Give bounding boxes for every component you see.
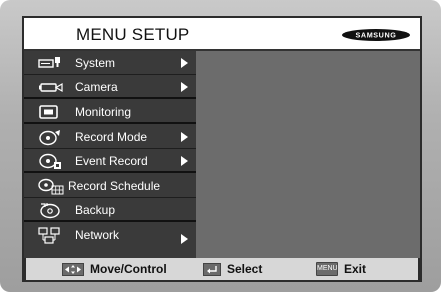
hint-move-control: Move/Control bbox=[62, 262, 167, 276]
menu-item-label: Event Record bbox=[75, 154, 148, 168]
enter-key-icon bbox=[203, 262, 221, 276]
move-control-label: Move/Control bbox=[90, 262, 167, 276]
record-schedule-icon bbox=[38, 178, 64, 195]
monitor-icon bbox=[39, 105, 58, 119]
help-bar: Move/Control Select MENU Exit bbox=[24, 258, 420, 282]
hint-exit: MENU Exit bbox=[316, 262, 366, 276]
submenu-arrow-icon bbox=[181, 58, 188, 68]
menu-item-system[interactable]: System bbox=[24, 51, 196, 75]
camera-icon bbox=[39, 82, 63, 93]
event-record-icon bbox=[39, 153, 61, 169]
exit-label: Exit bbox=[344, 262, 367, 276]
system-icon bbox=[38, 57, 60, 68]
direction-keys-icon bbox=[62, 262, 84, 276]
main-menu: System Camera Monitoring Record Mode Eve… bbox=[24, 51, 196, 268]
samsung-logo-text: SAMSUNG bbox=[356, 31, 397, 40]
submenu-arrow-icon bbox=[181, 82, 188, 92]
submenu-panel bbox=[196, 51, 420, 268]
network-icon bbox=[38, 227, 60, 244]
menu-item-label: Backup bbox=[75, 203, 116, 217]
record-mode-icon bbox=[39, 130, 60, 146]
submenu-arrow-icon bbox=[181, 234, 188, 244]
page-title: MENU SETUP bbox=[76, 25, 190, 44]
menu-item-label: Network bbox=[75, 228, 120, 242]
menu-item-label: System bbox=[75, 56, 116, 70]
menu-item-network[interactable]: Network bbox=[24, 223, 196, 247]
menu-header: MENU SETUP SAMSUNG bbox=[24, 18, 420, 51]
menu-item-backup[interactable]: Backup bbox=[24, 198, 196, 222]
menu-item-record-mode[interactable]: Record Mode bbox=[24, 125, 196, 149]
menu-item-label: Record Mode bbox=[75, 130, 148, 144]
menu-item-event-record[interactable]: Event Record bbox=[24, 149, 196, 173]
menu-item-label: Camera bbox=[75, 80, 118, 94]
menu-item-monitoring[interactable]: Monitoring bbox=[24, 100, 196, 124]
menu-item-record-schedule[interactable]: Record Schedule bbox=[24, 174, 196, 198]
hint-select: Select bbox=[203, 262, 262, 276]
menu-item-camera[interactable]: Camera bbox=[24, 75, 196, 99]
menu-item-label: Monitoring bbox=[75, 105, 132, 119]
select-label: Select bbox=[227, 262, 263, 276]
submenu-arrow-icon bbox=[181, 156, 188, 166]
samsung-logo: SAMSUNG bbox=[342, 29, 410, 41]
menu-item-label: Record Schedule bbox=[68, 179, 161, 193]
menu-setup-screen: MENU SETUP SAMSUNG System Camera Monitor… bbox=[22, 16, 422, 282]
submenu-arrow-icon bbox=[181, 132, 188, 142]
menu-key-icon: MENU bbox=[316, 262, 338, 276]
backup-icon bbox=[40, 203, 60, 219]
